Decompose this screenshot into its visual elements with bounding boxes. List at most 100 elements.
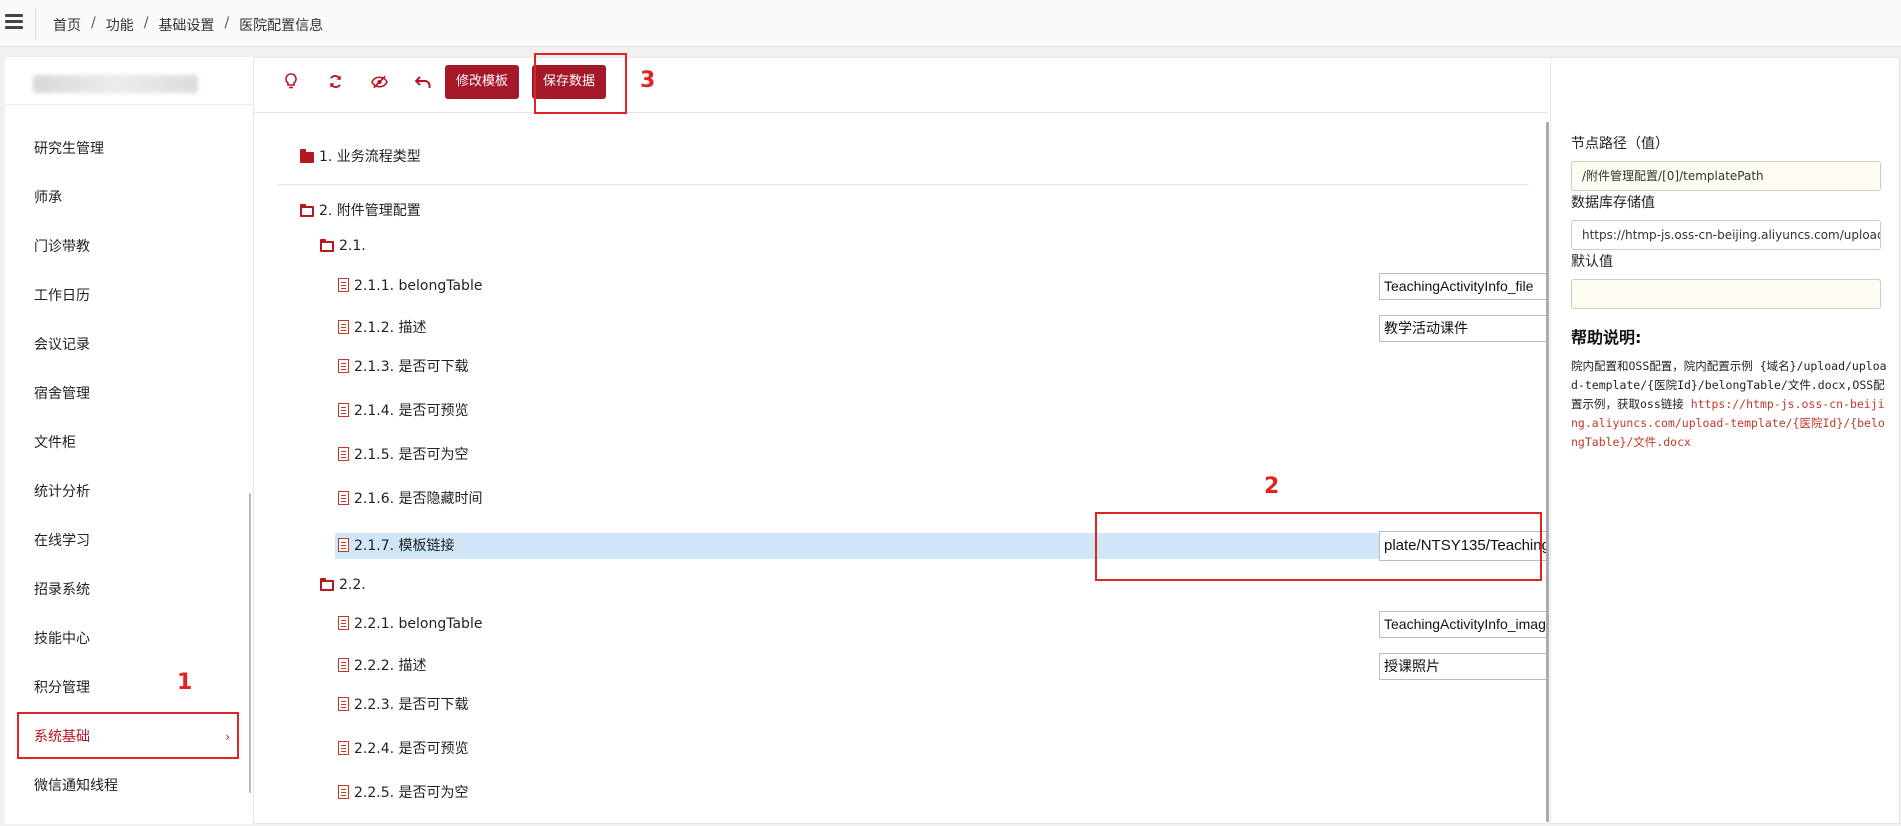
sidebar-item-online-learning[interactable]: 在线学习 <box>5 517 254 566</box>
sidebar-item-label: 技能中心 <box>34 631 90 647</box>
default-value-label: 默认值 <box>1571 254 1613 270</box>
sidebar-item-label: 会议记录 <box>34 337 90 353</box>
belong-table-input[interactable]: TeachingActivityInfo_image <box>1379 611 1547 638</box>
breadcrumb-separator: / <box>224 15 230 31</box>
description-input[interactable]: 授课照片 <box>1379 653 1547 680</box>
tree-node-2-2[interactable]: 2.2. <box>320 571 366 599</box>
tree-node-2-2-4[interactable]: 2.2.4. 是否可预览 <box>338 735 469 763</box>
help-text: 院内配置和OSS配置，院内配置示例 {域名}/upload/upload-tem… <box>1571 357 1889 452</box>
sidebar-item-label: 文件柜 <box>34 435 76 451</box>
db-value-input[interactable]: https://htmp-js.oss-cn-beijing.aliyuncs.… <box>1571 220 1881 250</box>
sidebar-item-mentorship[interactable]: 师承 <box>5 174 254 223</box>
sidebar-item-label: 门诊带教 <box>34 239 90 255</box>
tree-node-2-1-7[interactable]: 2.1.7. 模板链接 <box>338 532 455 560</box>
undo-icon[interactable] <box>412 73 434 95</box>
tree-node-2-1-3[interactable]: 2.1.3. 是否可下载 <box>338 353 469 381</box>
breadcrumb-separator: / <box>91 15 96 31</box>
breadcrumb: 首页 / 功能 / 基础设置 / 医院配置信息 <box>53 15 323 35</box>
property-panel: 节点路径（值） /附件管理配置/[0]/templatePath 数据库存储值 … <box>1550 57 1899 824</box>
breadcrumb-home[interactable]: 首页 <box>53 15 81 35</box>
tree-node-2-1-6[interactable]: 2.1.6. 是否隐藏时间 <box>338 485 483 513</box>
folder-icon <box>300 149 314 163</box>
hamburger-menu-icon[interactable] <box>5 14 23 32</box>
help-title: 帮助说明: <box>1571 328 1642 347</box>
sidebar-item-label: 在线学习 <box>34 533 90 549</box>
sidebar-item-recruitment[interactable]: 招录系统 <box>5 566 254 615</box>
tree-node-label: 2.1.1. belongTable <box>354 278 483 294</box>
top-bar: 首页 / 功能 / 基础设置 / 医院配置信息 <box>0 0 1901 47</box>
file-icon <box>338 538 349 552</box>
scrollbar[interactable] <box>1546 122 1549 822</box>
tree-node-label: 2.1.6. 是否隐藏时间 <box>354 491 483 507</box>
breadcrumb-function[interactable]: 功能 <box>106 15 134 35</box>
tree-node-label: 2.2.1. belongTable <box>354 616 483 632</box>
sidebar-item-label: 招录系统 <box>34 582 90 598</box>
file-icon <box>338 658 349 672</box>
tree-node-label: 2.2.3. 是否可下载 <box>354 697 469 713</box>
scrollbar[interactable] <box>249 493 251 793</box>
file-icon <box>338 697 349 711</box>
tree-node-attachment-config[interactable]: 2. 附件管理配置 <box>300 197 421 225</box>
description-input[interactable]: 教学活动课件 <box>1379 315 1547 342</box>
sidebar-item-file-cabinet[interactable]: 文件柜 <box>5 419 254 468</box>
lightbulb-icon[interactable] <box>280 73 302 95</box>
belong-table-input[interactable]: TeachingActivityInfo_file <box>1379 273 1547 300</box>
file-icon <box>338 616 349 630</box>
sidebar-item-outpatient-teaching[interactable]: 门诊带教 <box>5 223 254 272</box>
sidebar-item-points[interactable]: 积分管理 <box>5 664 254 713</box>
tree-node-2-1-2[interactable]: 2.1.2. 描述 <box>338 314 427 342</box>
annotation-number-2: 2 <box>1264 474 1280 499</box>
tree-node-2-2-1[interactable]: 2.2.1. belongTable <box>338 610 482 638</box>
folder-open-icon <box>320 578 334 591</box>
edit-template-button[interactable]: 修改模板 <box>445 65 520 99</box>
tree-node-2-1-5[interactable]: 2.1.5. 是否可为空 <box>338 441 469 469</box>
sidebar-item-label: 统计分析 <box>34 484 90 500</box>
sidebar-item-work-calendar[interactable]: 工作日历 <box>5 272 254 321</box>
file-icon <box>338 741 349 755</box>
sidebar-item-label: 积分管理 <box>34 680 90 696</box>
sidebar-item-dormitory[interactable]: 宿舍管理 <box>5 370 254 419</box>
tree-node-label: 2.1.2. 描述 <box>354 320 427 336</box>
sidebar-item-meeting-records[interactable]: 会议记录 <box>5 321 254 370</box>
sidebar-item-graduate[interactable]: 研究生管理 <box>5 125 254 174</box>
tree-node-2-2-2[interactable]: 2.2.2. 描述 <box>338 652 427 680</box>
annotation-box-1 <box>17 712 239 759</box>
sidebar-item-skills-center[interactable]: 技能中心 <box>5 615 254 664</box>
breadcrumb-current: 医院配置信息 <box>239 18 324 34</box>
tree-node-2-1[interactable]: 2.1. <box>320 232 366 260</box>
divider <box>5 104 254 105</box>
sidebar-item-wechat-notify[interactable]: 微信通知线程 <box>5 762 254 811</box>
tree-node-label: 2.2.4. 是否可预览 <box>354 741 469 757</box>
tree-node-label: 2.1. <box>339 238 366 254</box>
toolbar: 修改模板 保存数据 <box>254 57 1547 113</box>
eye-off-icon[interactable] <box>368 73 390 95</box>
file-icon <box>338 359 349 373</box>
tree-node-label: 1. 业务流程类型 <box>319 149 421 165</box>
sidebar: 研究生管理 师承 门诊带教 工作日历 会议记录 宿舍管理 文件柜 统计分析 在线… <box>5 57 254 824</box>
sidebar-menu: 研究生管理 师承 门诊带教 工作日历 会议记录 宿舍管理 文件柜 统计分析 在线… <box>5 125 254 811</box>
tree-node-2-1-1[interactable]: 2.1.1. belongTable <box>338 272 482 300</box>
sidebar-item-label: 微信通知线程 <box>34 778 118 794</box>
file-icon <box>338 278 349 292</box>
sidebar-item-label: 研究生管理 <box>34 141 104 157</box>
tree-node-label: 2.1.3. 是否可下载 <box>354 359 469 375</box>
sidebar-item-statistics[interactable]: 统计分析 <box>5 468 254 517</box>
refresh-icon[interactable] <box>324 73 346 95</box>
sidebar-item-label: 宿舍管理 <box>34 386 90 402</box>
tree-node-business-process[interactable]: 1. 业务流程类型 <box>300 143 421 171</box>
default-value-input[interactable] <box>1571 279 1881 309</box>
tree-node-2-2-3[interactable]: 2.2.3. 是否可下载 <box>338 691 469 719</box>
file-icon <box>338 491 349 505</box>
file-icon <box>338 785 349 799</box>
tree-node-label: 2.2. <box>339 577 366 593</box>
node-path-label: 节点路径（值） <box>1571 136 1669 152</box>
breadcrumb-basic-settings[interactable]: 基础设置 <box>158 15 214 35</box>
sidebar-item-label: 工作日历 <box>34 288 90 304</box>
annotation-number-1: 1 <box>177 670 193 695</box>
sidebar-item-label: 师承 <box>34 190 62 206</box>
node-path-input[interactable]: /附件管理配置/[0]/templatePath <box>1571 161 1881 191</box>
annotation-box-3 <box>534 53 627 114</box>
tree-node-2-1-4[interactable]: 2.1.4. 是否可预览 <box>338 397 469 425</box>
tree-node-2-2-5[interactable]: 2.2.5. 是否可为空 <box>338 779 469 807</box>
tree-node-label: 2.1.5. 是否可为空 <box>354 447 469 463</box>
